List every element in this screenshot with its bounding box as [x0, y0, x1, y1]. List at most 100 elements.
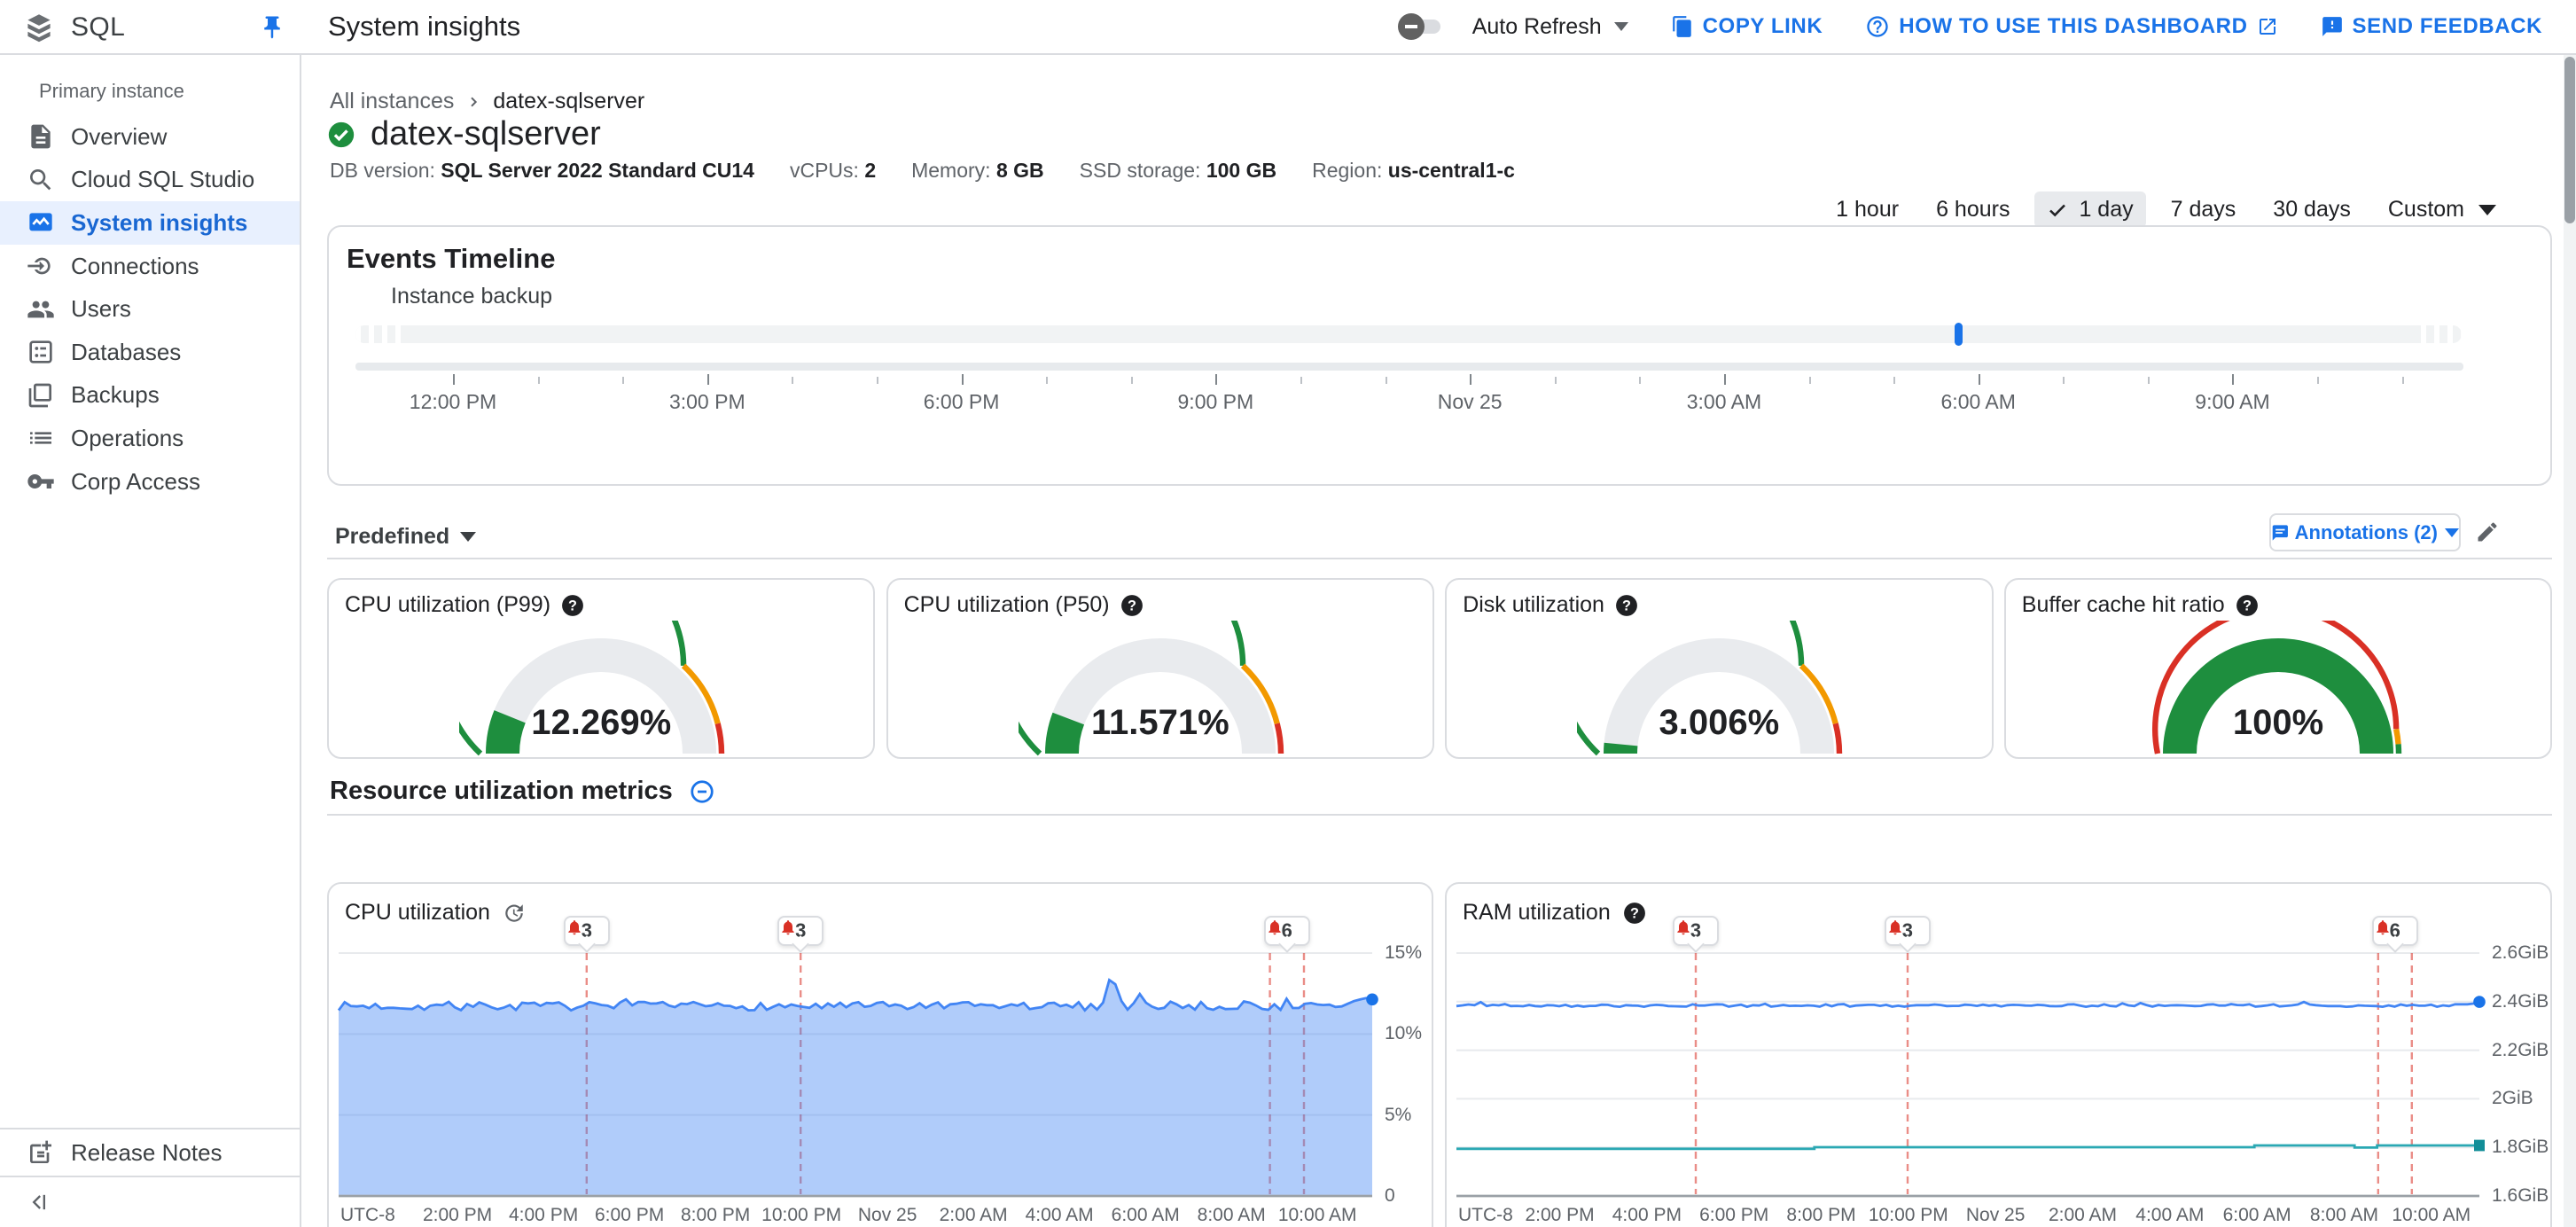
gauge-card-4: Buffer cache hit ratio? 100% [2003, 578, 2553, 759]
timeline-axis-label: 9:00 AM [2195, 390, 2270, 413]
breadcrumb-all-instances[interactable]: All instances [330, 89, 454, 114]
y-axis-label: 0 [1385, 1185, 1395, 1206]
copy-link-button[interactable]: COPY LINK [1671, 14, 1823, 39]
release-notes-icon [27, 1138, 55, 1167]
x-axis-labels: UTC-8 2:00 PM 4:00 PM 6:00 PM 8:00 PM 10:00 P… [1456, 1205, 2479, 1226]
brand: SQL [23, 0, 125, 55]
y-axis-label: 2GiB [2492, 1088, 2533, 1109]
x-axis-label: 8:00 AM [2309, 1205, 2378, 1225]
alert-annotation-badge[interactable]: 3 [1884, 916, 1931, 946]
time-range-custom[interactable]: Custom [2376, 191, 2509, 228]
x-axis-label: 8:00 PM [681, 1205, 751, 1225]
backups-icon [27, 381, 55, 410]
x-axis-label: 4:00 PM [1612, 1205, 1682, 1225]
sidebar-item-databases[interactable]: Databases [0, 331, 300, 374]
edit-dashboard-button[interactable] [2475, 520, 2500, 544]
time-range-1-hour[interactable]: 1 hour [1823, 191, 1911, 228]
y-axis-label: 15% [1385, 942, 1423, 963]
events-timeline-bar[interactable] [355, 325, 2462, 343]
chart-title: CPU utilization [345, 900, 490, 925]
gauge-value: 100% [2232, 703, 2324, 742]
instance-meta-item: vCPUs: 2 [789, 159, 877, 182]
corp-access-icon [27, 467, 55, 496]
how-to-use-link[interactable]: HOW TO USE THIS DASHBOARD [1865, 14, 2277, 39]
timeline-axis-label: 3:00 AM [1686, 390, 1762, 413]
timeline-axis-label: 3:00 PM [668, 390, 745, 413]
alert-annotation-badge[interactable]: 3 [563, 916, 610, 946]
help-icon[interactable]: ? [2236, 594, 2259, 617]
x-axis-labels: UTC-8 2:00 PM 4:00 PM 6:00 PM 8:00 PM 10:00 P… [339, 1205, 1372, 1226]
sidebar-item-connections[interactable]: Connections [0, 245, 300, 288]
backup-event-marker[interactable] [1954, 323, 1963, 346]
resource-metrics-heading: Resource utilization metrics [330, 777, 715, 806]
timeline-scroll-track[interactable] [355, 363, 2463, 371]
help-icon[interactable]: ? [561, 594, 584, 617]
sidebar-item-backups[interactable]: Backups [0, 374, 300, 418]
timeline-axis-label: 6:00 AM [1940, 390, 2016, 413]
events-timeline-title: Events Timeline [347, 243, 556, 274]
send-feedback-label: SEND FEEDBACK [2352, 14, 2542, 38]
help-icon[interactable]: ? [1120, 594, 1144, 617]
sidebar-item-release-notes[interactable]: Release Notes [0, 1129, 300, 1176]
auto-refresh-toggle[interactable] [1397, 13, 1440, 40]
timeline-axis-label: 9:00 PM [1177, 390, 1254, 413]
y-axis-label: 5% [1385, 1104, 1412, 1125]
alert-annotation-badge[interactable]: 3 [1673, 916, 1720, 946]
auto-refresh[interactable]: Auto Refresh [1458, 14, 1628, 40]
y-axis-label: 10% [1385, 1023, 1423, 1044]
sidebar-item-system-insights[interactable]: System insights [0, 201, 300, 245]
scrollbar-thumb[interactable] [2564, 57, 2575, 223]
sidebar: Primary instance Overview Cloud SQL Studi… [0, 55, 301, 1227]
sidebar-item-label: Cloud SQL Studio [71, 166, 255, 193]
breadcrumb-current: datex-sqlserver [493, 89, 645, 113]
alert-annotation-badge[interactable]: 6 [2371, 916, 2418, 946]
history-clock-icon[interactable] [503, 902, 526, 925]
y-axis-label: 1.8GiB [2492, 1137, 2549, 1158]
send-feedback-button[interactable]: SEND FEEDBACK [2321, 14, 2542, 39]
x-axis-label: 6:00 PM [1699, 1205, 1769, 1225]
sidebar-item-overview[interactable]: Overview [0, 115, 300, 159]
time-range-30-days[interactable]: 30 days [2260, 191, 2363, 228]
help-icon[interactable]: ? [1623, 902, 1646, 925]
sidebar-item-cloud-sql-studio[interactable]: Cloud SQL Studio [0, 159, 300, 202]
x-axis-label: 4:00 PM [508, 1205, 579, 1225]
sidebar-nav: Overview Cloud SQL Studio System insights C… [0, 115, 300, 503]
scrollbar-track[interactable] [2564, 55, 2576, 1227]
x-axis-label: 10:00 AM [2392, 1205, 2471, 1225]
pin-icon[interactable] [259, 14, 285, 41]
gauge-card-2: CPU utilization (P50)? 11.571% [886, 578, 1434, 759]
sidebar-item-label: Backups [71, 381, 160, 409]
chevron-down-icon [460, 532, 477, 542]
sidebar-item-label: Operations [71, 424, 184, 451]
gauge-title: Disk utilization [1463, 592, 1604, 617]
x-axis-label: 8:00 AM [1197, 1205, 1266, 1225]
annotations-button[interactable]: Annotations (2) [2269, 513, 2461, 551]
alert-annotation-badge[interactable]: 3 [777, 916, 824, 946]
time-range-7-days[interactable]: 7 days [2158, 191, 2249, 228]
x-axis-label: Nov 25 [857, 1205, 917, 1225]
alert-annotation-badge[interactable]: 6 [1263, 916, 1310, 946]
topbar: SQL System insights Auto Refresh COPY LI… [0, 0, 2576, 55]
gauge-card-3: Disk utilization? 3.006% [1445, 578, 1994, 759]
chart-plot-area[interactable]: 3 3 6 [337, 916, 1378, 1198]
sidebar-item-label: Overview [71, 122, 168, 150]
chevron-right-icon [471, 97, 478, 106]
sidebar-item-operations[interactable]: Operations [0, 417, 300, 460]
collapse-sidebar-button[interactable] [0, 1177, 300, 1227]
sidebar-section-label: Primary instance [39, 80, 184, 102]
overview-icon [27, 122, 55, 151]
time-range-6-hours[interactable]: 6 hours [1924, 191, 2022, 228]
link-icon[interactable] [689, 778, 715, 805]
predefined-dropdown[interactable]: Predefined [335, 524, 477, 550]
sql-studio-icon [27, 166, 55, 194]
sidebar-item-users[interactable]: Users [0, 287, 300, 331]
gauge-card-1: CPU utilization (P99)? 12.269% [327, 578, 876, 759]
x-axis-label: 4:00 AM [1025, 1205, 1094, 1225]
chart-plot-area[interactable]: 3 3 6 [1456, 916, 2486, 1198]
time-range-1-day[interactable]: 1 day [2034, 191, 2146, 228]
chevron-down-icon [2445, 528, 2459, 537]
sidebar-item-corp-access[interactable]: Corp Access [0, 460, 300, 504]
help-icon[interactable]: ? [1615, 594, 1638, 617]
page: SQL System insights Auto Refresh COPY LI… [0, 0, 2576, 1227]
svg-text:?: ? [1622, 598, 1631, 614]
